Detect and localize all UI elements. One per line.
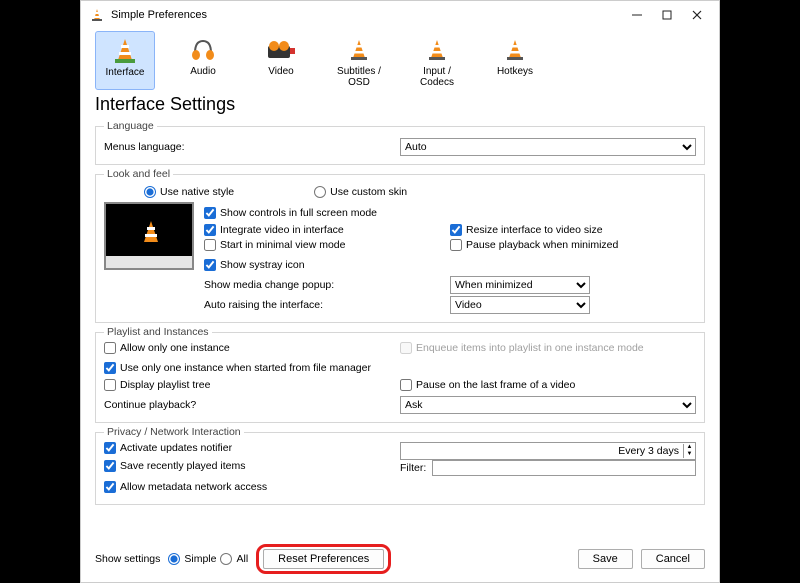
- show-settings-group: Show settings Simple All: [95, 553, 248, 565]
- cancel-button[interactable]: Cancel: [641, 549, 705, 569]
- tab-audio[interactable]: Audio: [173, 31, 233, 90]
- auto-raise-select[interactable]: Video: [450, 296, 590, 314]
- tab-interface[interactable]: Interface: [95, 31, 155, 90]
- cone-icon: [418, 35, 456, 65]
- window-controls: [631, 8, 705, 22]
- updates-notifier-checkbox[interactable]: Activate updates notifier: [104, 442, 232, 454]
- cone-icon: [496, 35, 534, 65]
- continue-playback-label: Continue playback?: [104, 399, 400, 411]
- enqueue-checkbox: Enqueue items into playlist in one insta…: [400, 342, 644, 354]
- film-icon: [262, 35, 300, 65]
- tab-label: Audio: [190, 66, 216, 77]
- maximize-button[interactable]: [661, 8, 675, 22]
- resize-interface-checkbox[interactable]: Resize interface to video size: [450, 224, 603, 236]
- settings-content: Language Menus language: Auto Look and f…: [81, 117, 719, 540]
- menus-language-label: Menus language:: [104, 141, 400, 153]
- page-title: Interface Settings: [81, 90, 719, 117]
- tab-label: Input / Codecs: [407, 66, 467, 88]
- window-title: Simple Preferences: [111, 9, 631, 21]
- filter-input[interactable]: [432, 460, 696, 476]
- auto-raise-label: Auto raising the interface:: [204, 299, 450, 311]
- minimal-view-checkbox[interactable]: Start in minimal view mode: [204, 239, 345, 251]
- pause-minimized-checkbox[interactable]: Pause playback when minimized: [450, 239, 618, 251]
- reset-preferences-button[interactable]: Reset Preferences: [263, 549, 384, 569]
- one-instance-checkbox[interactable]: Allow only one instance: [104, 342, 230, 354]
- headphones-icon: [184, 35, 222, 65]
- skin-custom-radio[interactable]: Use custom skin: [314, 186, 407, 198]
- group-language: Language Menus language: Auto: [95, 120, 705, 165]
- continue-playback-select[interactable]: Ask: [400, 396, 696, 414]
- tab-video[interactable]: Video: [251, 31, 311, 90]
- tab-input-codecs[interactable]: Input / Codecs: [407, 31, 467, 90]
- skin-native-radio[interactable]: Use native style: [144, 186, 234, 198]
- interface-preview: [104, 202, 194, 270]
- reset-highlight: Reset Preferences: [256, 544, 391, 574]
- legend-language: Language: [104, 120, 157, 132]
- tab-label: Interface: [106, 67, 145, 78]
- footer-bar: Show settings Simple All Reset Preferenc…: [81, 540, 719, 582]
- media-popup-label: Show media change popup:: [204, 279, 450, 291]
- group-privacy: Privacy / Network Interaction Activate u…: [95, 426, 705, 505]
- playlist-tree-checkbox[interactable]: Display playlist tree: [104, 379, 210, 391]
- tab-label: Hotkeys: [497, 66, 533, 77]
- group-look-and-feel: Look and feel Use native style Use custo…: [95, 168, 705, 323]
- fullscreen-controls-checkbox[interactable]: Show controls in full screen mode: [204, 207, 377, 219]
- show-settings-label: Show settings: [95, 553, 160, 565]
- save-recent-checkbox[interactable]: Save recently played items: [104, 460, 245, 472]
- show-simple-radio[interactable]: Simple: [168, 553, 216, 565]
- updates-interval-spinbox[interactable]: Every 3 days▲▼: [400, 442, 696, 460]
- cone-icon: [340, 35, 378, 65]
- systray-checkbox[interactable]: Show systray icon: [204, 259, 305, 271]
- pause-last-frame-checkbox[interactable]: Pause on the last frame of a video: [400, 379, 575, 391]
- titlebar: Simple Preferences: [81, 1, 719, 29]
- preferences-window: Simple Preferences Interface Audio Video…: [80, 0, 720, 583]
- tab-label: Subtitles / OSD: [329, 66, 389, 88]
- legend-privacy: Privacy / Network Interaction: [104, 426, 244, 438]
- tab-label: Video: [268, 66, 293, 77]
- close-button[interactable]: [691, 8, 705, 22]
- metadata-access-checkbox[interactable]: Allow metadata network access: [104, 481, 267, 493]
- legend-playlist: Playlist and Instances: [104, 326, 212, 338]
- group-playlist: Playlist and Instances Allow only one in…: [95, 326, 705, 423]
- category-tabs: Interface Audio Video Subtitles / OSD In…: [81, 29, 719, 90]
- menus-language-select[interactable]: Auto: [400, 138, 696, 156]
- tab-hotkeys[interactable]: Hotkeys: [485, 31, 545, 90]
- tab-subtitles[interactable]: Subtitles / OSD: [329, 31, 389, 90]
- one-instance-fm-checkbox[interactable]: Use only one instance when started from …: [104, 362, 371, 374]
- show-all-radio[interactable]: All: [220, 553, 248, 565]
- legend-look: Look and feel: [104, 168, 173, 180]
- media-popup-select[interactable]: When minimized: [450, 276, 590, 294]
- integrate-video-checkbox[interactable]: Integrate video in interface: [204, 224, 344, 236]
- cone-icon: [106, 36, 144, 66]
- filter-label: Filter:: [400, 462, 426, 474]
- save-button[interactable]: Save: [578, 549, 633, 569]
- minimize-button[interactable]: [631, 8, 645, 22]
- app-icon: [89, 7, 105, 23]
